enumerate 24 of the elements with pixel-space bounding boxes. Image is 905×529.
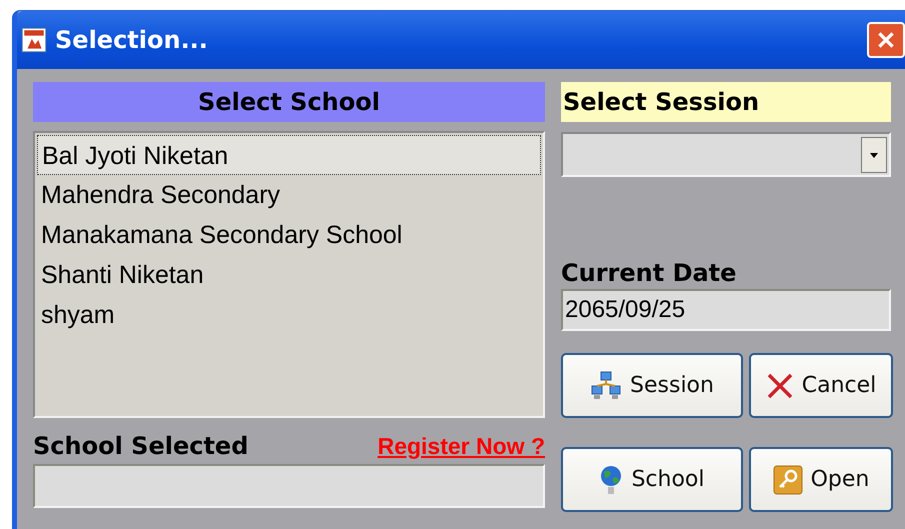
school-list-item[interactable]: Bal Jyoti Niketan	[37, 135, 541, 175]
app-icon	[21, 27, 47, 53]
current-date-field[interactable]: 2065/09/25	[561, 289, 891, 331]
school-list-item[interactable]: Shanti Niketan	[37, 255, 541, 295]
dropdown-button[interactable]	[861, 136, 887, 172]
school-list-item[interactable]: Manakamana Secondary School	[37, 215, 541, 255]
current-date-label: Current Date	[561, 259, 738, 287]
cross-icon	[766, 372, 794, 400]
school-list-item[interactable]: Mahendra Secondary	[37, 175, 541, 215]
select-session-header: Select Session	[561, 82, 891, 122]
window-title: Selection...	[55, 26, 209, 54]
close-button[interactable]	[867, 22, 905, 58]
key-icon	[772, 464, 803, 494]
school-list[interactable]: Bal Jyoti Niketan Mahendra Secondary Manakamana Secondary School Shanti Niketan shyam	[33, 131, 545, 418]
select-school-header: Select School	[33, 82, 545, 122]
network-icon	[590, 370, 622, 402]
school-list-item[interactable]: shyam	[37, 295, 541, 335]
school-selected-field[interactable]	[33, 464, 545, 508]
globe-icon	[599, 464, 624, 496]
cancel-button[interactable]: Cancel	[749, 353, 893, 418]
school-button[interactable]: School	[561, 447, 743, 512]
open-button[interactable]: Open	[749, 447, 893, 512]
session-button[interactable]: Session	[561, 353, 743, 418]
school-selected-label: School Selected	[33, 432, 248, 460]
